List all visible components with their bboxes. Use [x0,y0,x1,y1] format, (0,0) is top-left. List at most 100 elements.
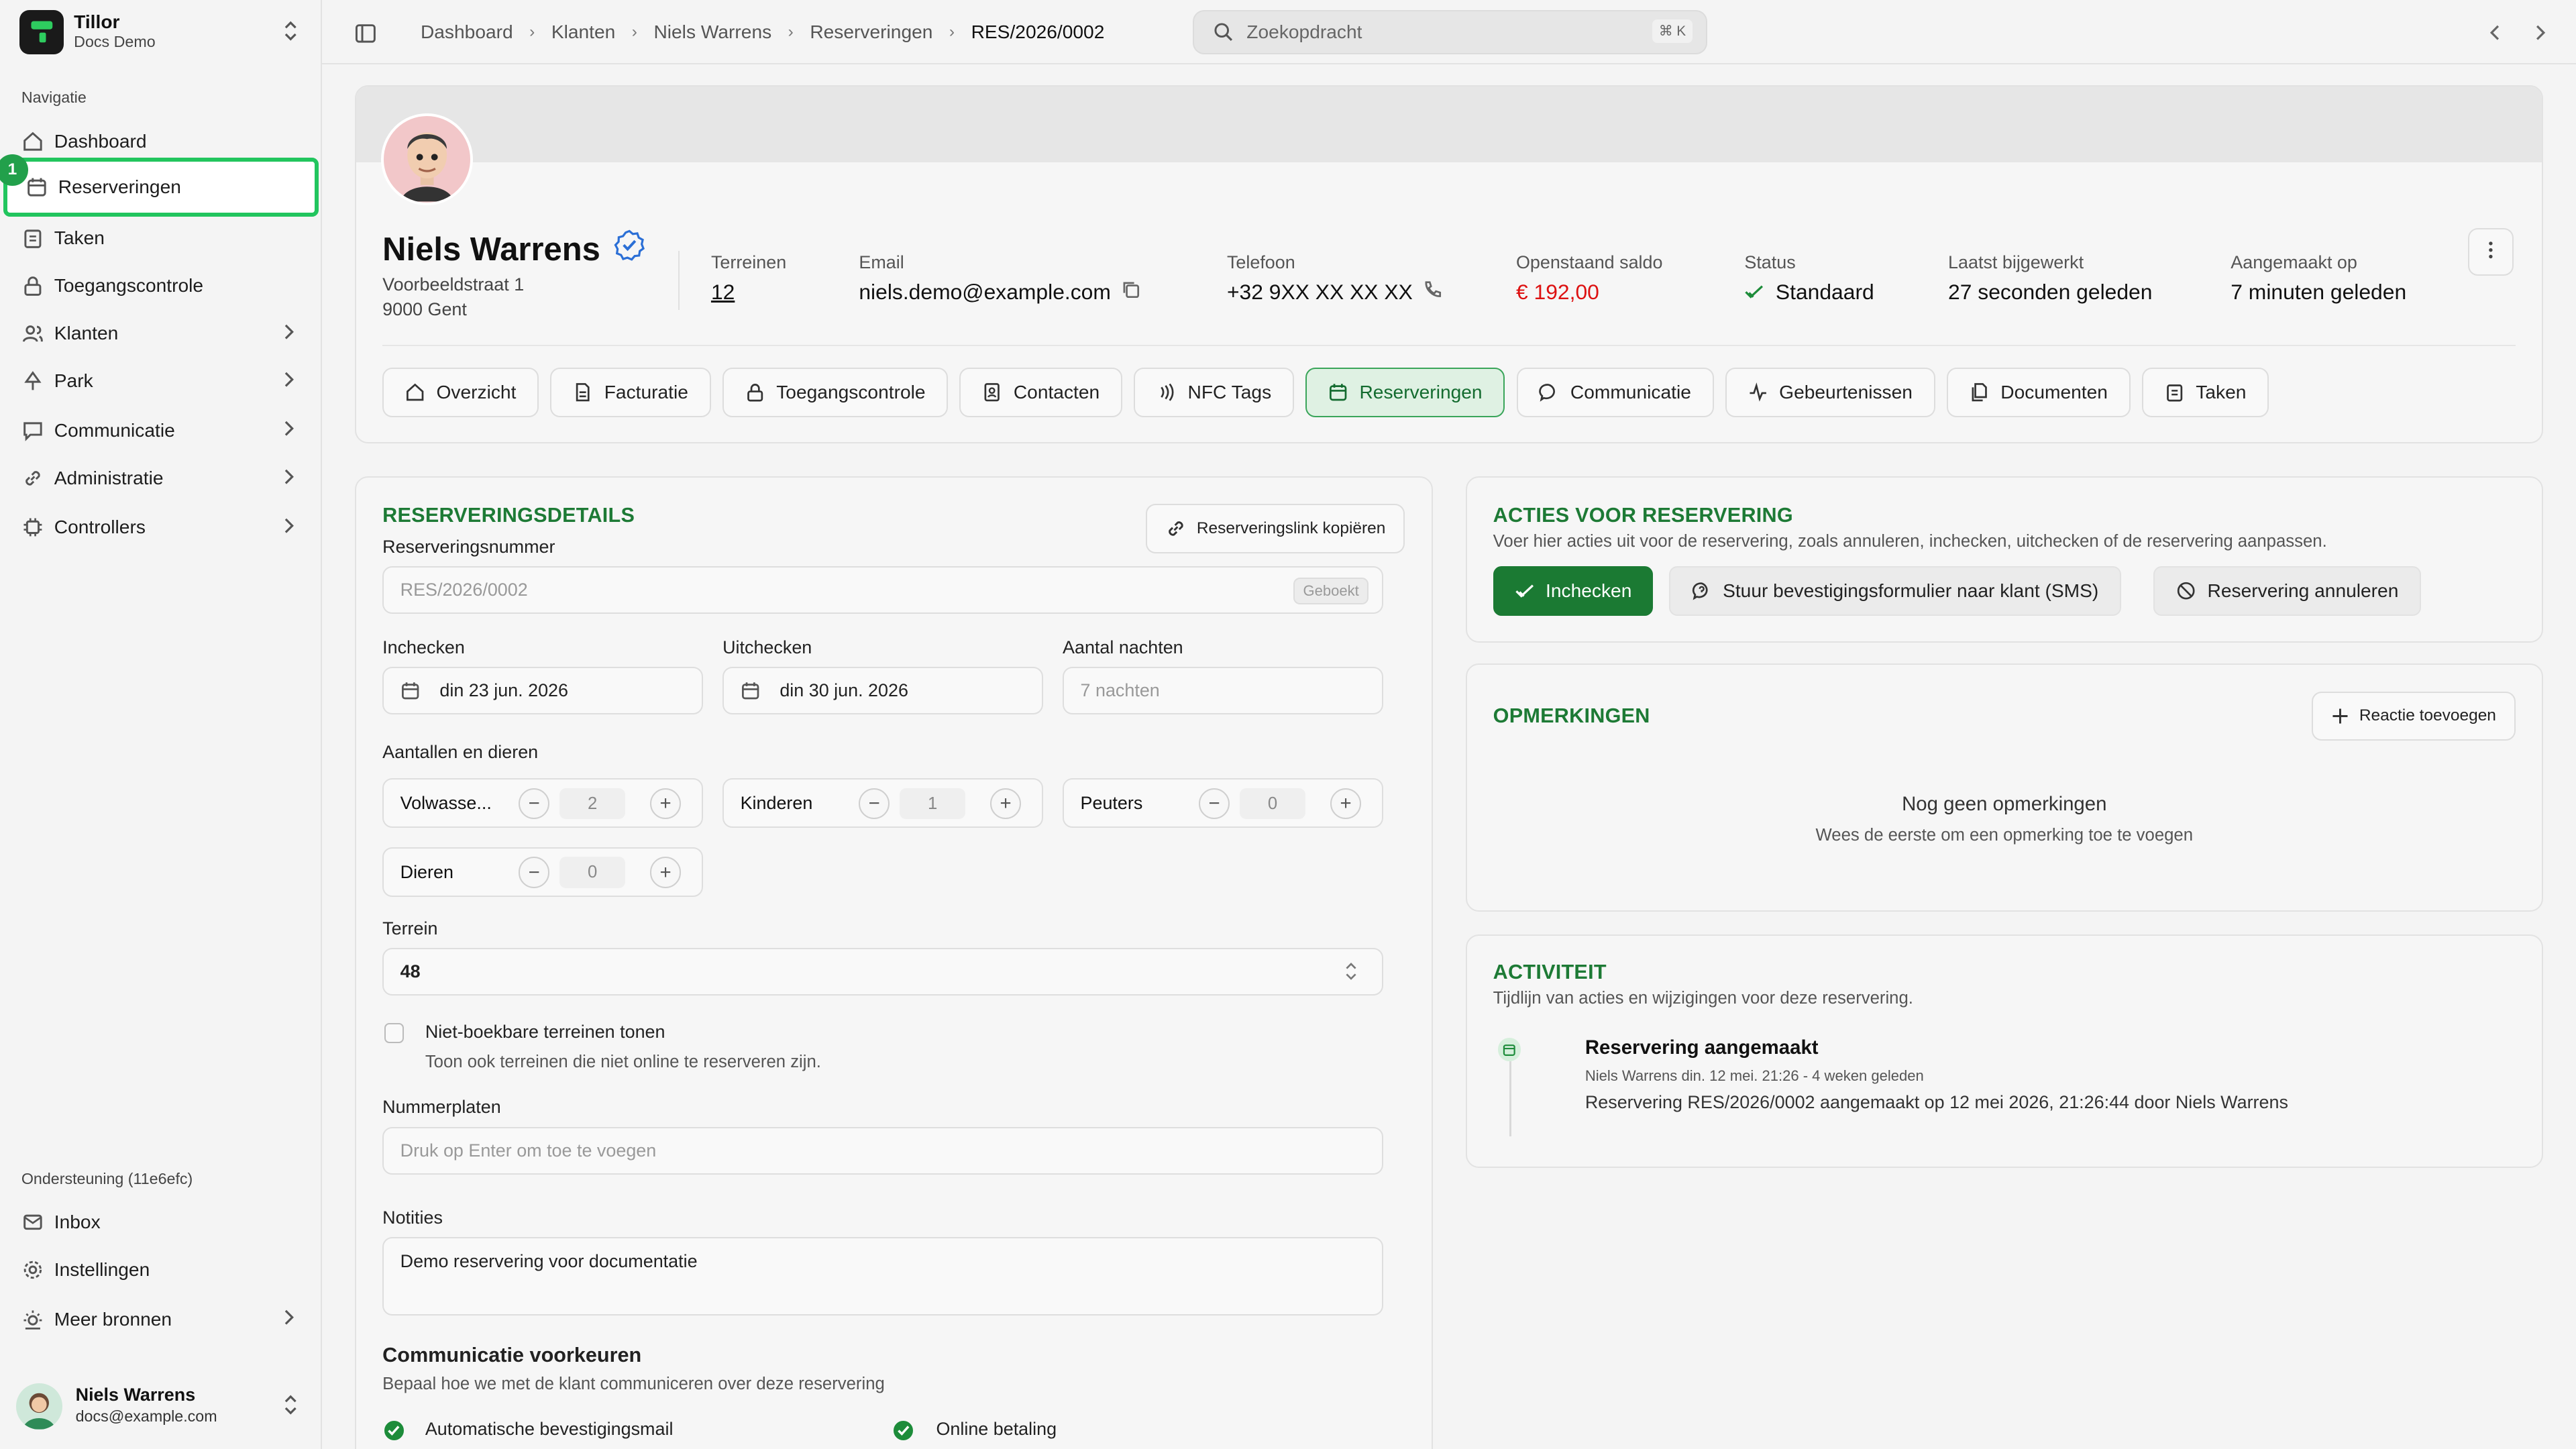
tab-reserveringen[interactable]: Reserveringen [1305,368,1505,417]
breadcrumb-customer[interactable]: Niels Warrens [653,21,771,43]
sidebar-item-reserveringen[interactable]: Reserveringen [3,158,319,217]
increment-button[interactable]: + [989,788,1022,820]
decrement-button[interactable]: − [858,788,890,820]
tab-communicatie[interactable]: Communicatie [1516,368,1714,417]
terrain-select[interactable]: 48 [382,947,1383,996]
timeline-item-text: Reservering RES/2026/0002 aangemaakt op … [1585,1092,2288,1113]
children-value[interactable]: 1 [900,788,966,820]
stat-terreinen: Terreinen 12 [711,248,786,307]
field-label: Reserveringsnummer [382,537,555,557]
stat-label: Email [859,252,904,273]
search-input[interactable]: Zoekopdracht ⌘ K [1192,9,1707,54]
adults-value[interactable]: 2 [559,788,626,820]
calendar-icon [400,681,420,700]
copy-icon[interactable] [1121,277,1140,307]
forward-icon[interactable] [2533,19,2548,49]
send-sms-confirmation-button[interactable]: Stuur bevestigingsformulier naar klant (… [1668,566,2122,616]
customer-name-text: Niels Warrens [382,231,600,268]
copy-reservation-link-button[interactable]: Reserveringslink kopiëren [1146,504,1405,553]
cpu-icon [21,516,44,539]
stat-saldo: Openstaand saldo € 192,00 [1516,248,1663,307]
breadcrumb: Dashboard › Klanten › Niels Warrens › Re… [421,21,1104,43]
decrement-button[interactable]: − [1198,788,1230,820]
checkout-value: din 30 jun. 2026 [780,680,908,700]
user-menu[interactable]: Niels Warrens docs@example.com [16,1377,309,1436]
nonbookable-checkbox[interactable] [384,1023,404,1043]
increment-button[interactable]: + [1330,788,1362,820]
toddlers-value[interactable]: 0 [1240,788,1306,820]
profile-banner [356,87,2542,162]
sidebar-item-taken[interactable]: Taken [13,217,309,260]
address-line-2: 9000 Gent [382,299,467,319]
breadcrumb-klanten[interactable]: Klanten [551,21,616,43]
phone-icon[interactable] [1423,277,1442,307]
notes-textarea[interactable]: Demo reservering voor documentatie [382,1236,1383,1316]
breadcrumb-dashboard[interactable]: Dashboard [421,21,513,43]
breadcrumb-reserveringen[interactable]: Reserveringen [810,21,932,43]
plates-placeholder: Druk op Enter om toe te voegen [400,1140,657,1161]
tab-nfc-tags[interactable]: NFC Tags [1134,368,1294,417]
terreinen-count-link[interactable]: 12 [711,277,786,307]
checkin-button[interactable]: Inchecken [1493,566,1654,616]
sidebar-toggle-icon[interactable] [355,21,376,51]
tab-label: Gebeurtenissen [1779,381,1913,402]
ban-icon [2177,582,2195,600]
tab-label: Taken [2196,381,2247,402]
pets-stepper: Dieren − 0 + [382,847,703,897]
vertical-dots-icon [2487,237,2494,266]
section-title: OPMERKINGEN [1493,704,1650,728]
tab-overzicht[interactable]: Overzicht [382,368,539,417]
cancel-reservation-button[interactable]: Reservering annuleren [2153,566,2422,616]
calendar-icon [1329,384,1347,401]
tab-taken[interactable]: Taken [2141,368,2269,417]
more-options-button[interactable] [2467,227,2514,276]
chevron-right-icon: › [949,22,955,41]
sidebar-item-meer-bronnen[interactable]: Meer bronnen [13,1298,309,1341]
tab-label: Overzicht [436,381,517,402]
sidebar-item-communicatie[interactable]: Communicatie [13,409,309,452]
sidebar-item-dashboard[interactable]: Dashboard [13,120,309,163]
decrement-button[interactable]: − [518,857,550,888]
tab-documenten[interactable]: Documenten [1946,368,2131,417]
decrement-button[interactable]: − [518,788,550,820]
sidebar-item-administratie[interactable]: Administratie [13,457,309,500]
sidebar-item-instellingen[interactable]: Instellingen [13,1248,309,1291]
pets-value[interactable]: 0 [559,857,626,888]
children-stepper: Kinderen − 1 + [722,778,1043,828]
sidebar-item-controllers[interactable]: Controllers [13,506,309,549]
sidebar-item-park[interactable]: Park [13,360,309,402]
chevron-right-icon: › [529,22,535,41]
tab-contacten[interactable]: Contacten [959,368,1123,417]
add-remark-button[interactable]: Reactie toevoegen [2312,691,2516,741]
sidebar-item-toegangscontrole[interactable]: Toegangscontrole [13,264,309,307]
tab-gebeurtenissen[interactable]: Gebeurtenissen [1725,368,1935,417]
lock-icon [21,274,44,297]
timeline-item-meta: Niels Warrens din. 12 mei. 21:26 - 4 wek… [1585,1067,1924,1085]
check-icon [1515,584,1534,598]
empty-state-subtitle: Wees de eerste om een opmerking toe te v… [1815,826,2193,845]
increment-button[interactable]: + [649,788,682,820]
checkin-date-picker[interactable]: din 23 jun. 2026 [382,666,703,714]
checkbox-label: Niet-boekbare terreinen tonen [425,1021,665,1042]
message-icon [21,419,44,441]
status-badge: Geboekt [1293,578,1368,604]
sidebar-item-klanten[interactable]: Klanten [13,312,309,355]
chat-icon [1539,384,1556,402]
chevron-right-icon: › [631,22,637,41]
sidebar-item-inbox[interactable]: Inbox [13,1201,309,1244]
license-plates-input[interactable]: Druk op Enter om toe te voegen [382,1126,1383,1175]
checkbox-label: Automatische bevestigingsmail [425,1419,674,1440]
checkout-date-picker[interactable]: din 30 jun. 2026 [722,666,1043,714]
tab-facturatie[interactable]: Facturatie [550,368,711,417]
workspace-switcher[interactable]: Tillor Docs Demo [19,9,302,54]
stat-label: Openstaand saldo [1515,252,1663,273]
auto-confirmation-checkbox[interactable] [384,1420,404,1441]
online-payment-checkbox[interactable] [893,1420,914,1441]
button-label: Stuur bevestigingsformulier naar klant (… [1723,580,2099,602]
section-title: RESERVERINGSDETAILS [382,504,635,527]
increment-button[interactable]: + [649,857,682,888]
chevron-right-icon [282,467,296,491]
tab-toegangscontrole[interactable]: Toegangscontrole [722,368,949,417]
back-icon[interactable] [2487,19,2502,49]
stepper-label: Dieren [400,861,453,882]
